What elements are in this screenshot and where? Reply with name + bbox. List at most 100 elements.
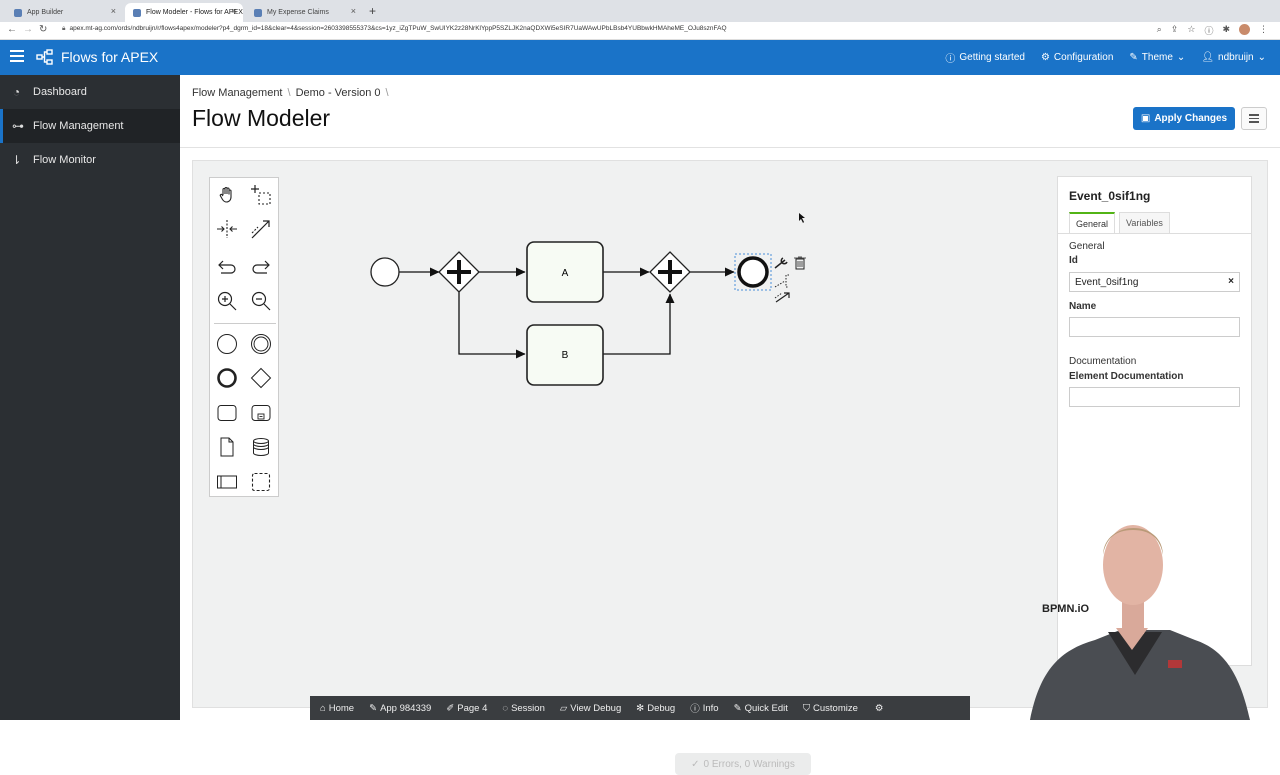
dev-app-button[interactable]: ✎ App 984339 [369,703,431,714]
dev-debug-button[interactable]: ✻ Debug [636,703,675,714]
start-event[interactable] [370,257,400,287]
properties-tabs: General Variables [1069,212,1170,234]
browser-tab[interactable]: App Builder × [6,3,122,22]
parallel-gateway[interactable] [438,251,480,293]
clear-icon[interactable]: × [1228,276,1234,287]
getting-started-link[interactable]: ⓘ Getting started [945,50,1025,65]
home-icon: ⌂ [320,702,326,714]
sequence-flow[interactable] [603,293,675,355]
star-icon[interactable]: ☆ [1187,24,1195,37]
quick-edit-icon: ✎ [733,702,742,714]
extensions-icon[interactable]: ✱ [1222,24,1230,37]
end-event-selected[interactable] [734,253,772,291]
dev-view-debug-button[interactable]: ▱ View Debug [560,703,621,714]
reload-icon[interactable]: ↻ [39,24,47,35]
dev-info-button[interactable]: ⓘ Info [690,701,718,716]
connect-icon[interactable] [774,292,790,303]
info-icon[interactable]: ⓘ [1204,24,1213,37]
menu-toggle-icon[interactable] [10,50,24,64]
app-header: Flows for APEX ⓘ Getting started ⚙ Confi… [0,40,1280,75]
sidebar-item-flow-monitor[interactable]: ⇂ Flow Monitor [0,143,180,177]
dashboard-icon: ◔ [12,85,21,99]
paint-icon: ⛉ [802,702,810,714]
dev-settings-button[interactable]: ⚙ [875,703,884,714]
sidebar-item-dashboard[interactable]: ◔ Dashboard [0,75,180,109]
chevron-down-icon: ⌄ [1176,52,1186,63]
context-pad [774,256,806,303]
element-documentation-label: Element Documentation [1069,371,1184,382]
dev-quick-edit-button[interactable]: ✎ Quick Edit [734,703,788,714]
share-icon[interactable]: ⇪ [1171,24,1179,37]
browser-tab-label: App Builder [27,9,64,16]
browser-tab-active[interactable]: Flow Modeler - Flows for APEX × [125,3,243,22]
dev-session-button[interactable]: ◌ Session [502,703,544,714]
sidebar-item-flow-management[interactable]: ⊶ Flow Management [0,109,180,143]
bug-icon: ✻ [636,702,645,714]
lock-icon: 🔒︎ [62,25,66,32]
close-icon[interactable]: × [351,6,356,16]
breadcrumb-item[interactable]: Flow Management [192,87,283,99]
id-field[interactable]: Event_0sif1ng × [1069,272,1240,292]
gear-icon: ⚙ [1040,52,1050,63]
brush-icon: ✎ [1129,52,1138,63]
favicon-icon [133,8,141,17]
chevron-down-icon: ⌄ [1257,52,1266,63]
parallel-gateway[interactable] [649,251,691,293]
gear-icon: ⚙ [874,702,884,714]
profile-avatar[interactable] [1239,24,1250,35]
page-icon: ✐ [446,702,455,714]
favicon-icon [14,8,22,17]
browser-menu-icon[interactable]: ⋮ [1259,24,1268,37]
diagram-canvas[interactable]: A B [193,161,1053,709]
element-documentation-field[interactable] [1069,387,1240,407]
user-icon: 👤︎ [1201,52,1215,63]
user-menu[interactable]: 👤︎ ndbruijn ⌄ [1201,50,1266,65]
breadcrumb-item[interactable]: Demo - Version 0 [296,87,381,99]
forward-icon[interactable]: → [23,24,33,35]
theme-menu[interactable]: ✎ Theme ⌄ [1129,50,1185,65]
zoom-icon[interactable]: ⌕ [1157,24,1162,37]
browser-tab-label: Flow Modeler - Flows for APEX [146,9,243,16]
developer-toolbar: ⌂ Home ✎ App 984339 ✐ Page 4 ◌ Session ▱ View… [310,696,970,720]
divider [1058,233,1251,234]
header-nav: ⓘ Getting started ⚙ Configuration ✎ Them… [945,50,1266,65]
close-icon[interactable]: × [232,6,237,16]
task-label: B [562,350,569,361]
apply-changes-button[interactable]: ▣ Apply Changes [1133,107,1235,130]
dev-customize-button[interactable]: ⛉ Customize [803,703,858,714]
close-icon[interactable]: × [111,6,116,16]
dev-home-button[interactable]: ⌂ Home [320,703,354,714]
task-label: A [562,268,569,279]
bpmn-io-watermark[interactable]: BPMN.iO [1042,603,1089,615]
browser-toolbar: ⌕ ⇪ ☆ ⓘ ✱ ⋮ [1157,24,1268,37]
configuration-link[interactable]: ⚙ Configuration [1041,50,1113,65]
page-title: Flow Modeler [192,105,331,131]
properties-title: Event_0sif1ng [1069,189,1151,203]
info-icon: ⓘ [690,704,700,715]
browser-tab-label: My Expense Claims [267,9,329,16]
address-bar: ← → ↻ 🔒︎ apex.mt-ag.com/ords/ndbruijn/r/f… [0,22,1280,40]
mouse-cursor-icon [799,213,805,223]
text-annotation-icon[interactable] [774,274,789,288]
browser-tab[interactable]: My Expense Claims × [246,3,362,22]
section-general-label: General [1069,241,1105,252]
divider [180,147,1280,148]
wrench-icon[interactable] [774,257,788,269]
dev-page-button[interactable]: ✐ Page 4 [446,703,487,714]
name-field[interactable] [1069,317,1240,337]
app-title[interactable]: Flows for APEX [61,49,158,65]
flows-logo-icon [36,49,53,65]
actions-menu-button[interactable] [1241,107,1267,130]
task-a[interactable]: A [526,241,604,303]
back-icon[interactable]: ← [7,24,17,35]
task-b[interactable]: B [526,324,604,386]
validation-status: ✓ 0 Errors, 0 Warnings [675,753,811,775]
new-tab-icon[interactable]: + [369,4,376,18]
trash-icon[interactable] [794,256,806,270]
tab-variables[interactable]: Variables [1119,212,1170,234]
documentation-section-label: Documentation [1069,356,1137,367]
tab-general[interactable]: General [1069,212,1116,234]
sequence-flow[interactable] [458,292,526,359]
side-navigation: ◔ Dashboard ⊶ Flow Management ⇂ Flow Mon… [0,75,180,720]
url-field[interactable]: 🔒︎ apex.mt-ag.com/ords/ndbruijn/r/flows4a… [62,25,727,33]
